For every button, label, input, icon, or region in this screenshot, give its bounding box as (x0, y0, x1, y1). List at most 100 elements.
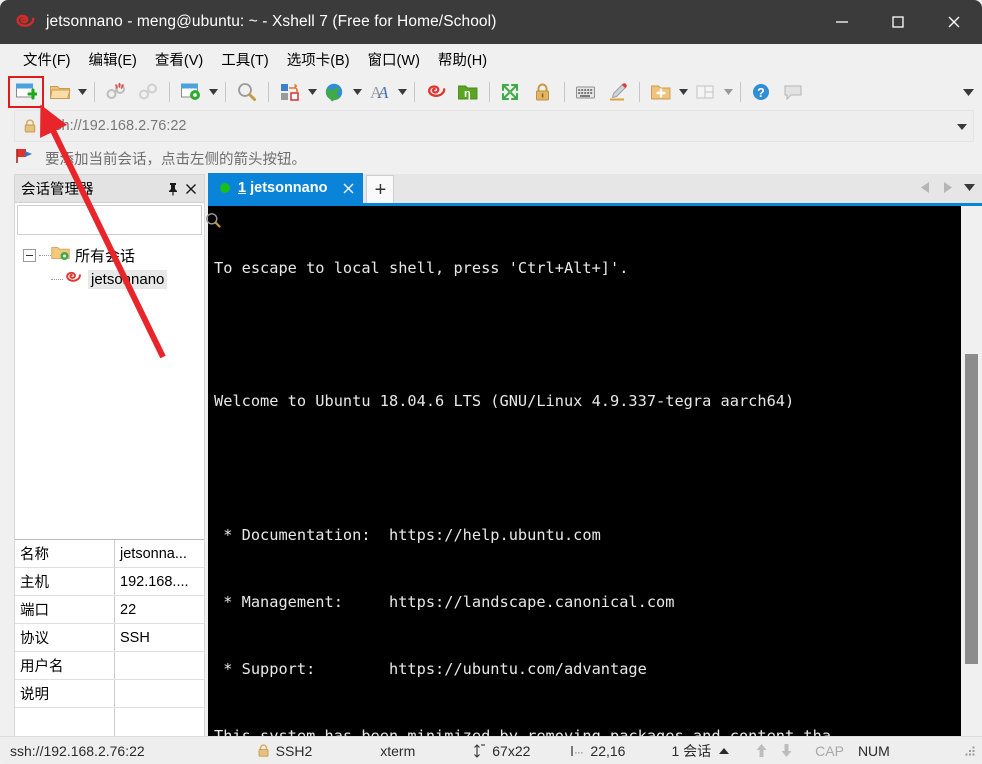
terminal-output[interactable]: To escape to local shell, press 'Ctrl+Al… (208, 206, 960, 736)
menu-file[interactable]: 文件(F) (14, 47, 80, 72)
toolbar-separator (414, 82, 415, 102)
font-button[interactable]: A A (364, 77, 396, 107)
menu-window[interactable]: 窗口(W) (359, 47, 429, 72)
tree-connector (51, 278, 63, 280)
highlight-button[interactable] (602, 77, 634, 107)
address-dropdown-button[interactable] (957, 111, 967, 143)
xshell-window: jetsonnano - meng@ubuntu: ~ - Xshell 7 (… (0, 0, 982, 764)
fullscreen-button[interactable] (495, 77, 527, 107)
terminal-view[interactable]: To escape to local shell, press 'Ctrl+Al… (208, 206, 982, 736)
terminal-line: * Documentation: https://help.ubuntu.com (214, 526, 601, 545)
session-properties-icon (181, 83, 200, 100)
tab-prev-button[interactable] (914, 174, 936, 200)
chevron-down-icon (724, 89, 733, 95)
add-folder-dropdown[interactable] (677, 77, 690, 107)
session-manager-title: 会话管理器 (21, 182, 94, 198)
new-tab-button[interactable]: + (366, 175, 395, 203)
window-title: jetsonnano - meng@ubuntu: ~ - Xshell 7 (… (46, 13, 497, 30)
add-folder-button[interactable] (645, 77, 677, 107)
pin-panel-button[interactable] (164, 178, 182, 200)
prop-value: jetsonna... (120, 545, 187, 562)
reconnect-icon (139, 83, 157, 100)
tab-next-button[interactable] (936, 174, 958, 200)
xshell-button[interactable] (420, 77, 452, 107)
scrollbar-thumb[interactable] (965, 354, 978, 664)
xshell-logo-icon (428, 85, 446, 97)
menu-help[interactable]: 帮助(H) (429, 47, 496, 72)
table-row: 名称 jetsonna... (15, 540, 204, 568)
menu-edit[interactable]: 编辑(E) (80, 47, 146, 72)
session-search-box[interactable] (17, 205, 221, 235)
xftp-button[interactable]: η (452, 77, 484, 107)
encoding-button[interactable] (319, 77, 351, 107)
keyboard-button[interactable] (570, 77, 602, 107)
session-manager-header: 会话管理器 (15, 175, 204, 203)
session-properties-button[interactable] (175, 77, 207, 107)
globe-encoding-icon (325, 83, 343, 102)
close-panel-button[interactable] (182, 178, 200, 200)
address-input[interactable]: ssh://192.168.2.76:22 (47, 118, 186, 134)
tab-close-button[interactable] (339, 179, 357, 197)
find-button[interactable] (231, 77, 263, 107)
menu-bar: 文件(F) 编辑(E) 查看(V) 工具(T) 选项卡(B) 窗口(W) 帮助(… (0, 44, 982, 74)
comment-button (778, 77, 810, 107)
close-button[interactable] (926, 0, 982, 44)
tree-expand-toggle[interactable] (23, 248, 36, 262)
encoding-dropdown[interactable] (351, 77, 364, 107)
search-icon[interactable] (205, 212, 221, 228)
arrow-down-icon (781, 744, 792, 757)
prop-key: 端口 (15, 596, 115, 623)
tab-index: 1 (238, 180, 247, 196)
terminal-scrollbar[interactable] (960, 206, 982, 736)
toolbar: A A η ? (0, 74, 982, 110)
chevron-down-icon (963, 88, 974, 96)
tab-strip: 1 jetsonnano + (208, 173, 982, 206)
new-session-button[interactable] (8, 76, 44, 108)
prop-key: 说明 (15, 680, 115, 707)
lock-icon (257, 743, 270, 758)
resize-icon (473, 743, 486, 758)
tab-jetsonnano[interactable]: 1 jetsonnano (208, 173, 364, 203)
status-bar: ssh://192.168.2.76:22 SSH2 xterm 67x22 2… (0, 736, 982, 764)
find-icon (238, 83, 256, 101)
prop-value (115, 680, 204, 707)
search-input[interactable] (18, 212, 205, 228)
svg-text:A: A (377, 83, 389, 102)
tree-node-all-sessions[interactable]: 所有会话 (15, 243, 204, 267)
open-session-button[interactable] (44, 77, 76, 107)
session-properties-dropdown[interactable] (207, 77, 220, 107)
minimize-button[interactable] (814, 0, 870, 44)
tree-node-jetsonnano[interactable]: jetsonnano (15, 267, 204, 291)
open-session-dropdown[interactable] (76, 77, 89, 107)
close-icon (343, 183, 354, 193)
minimize-icon (836, 21, 848, 23)
layout-dropdown[interactable] (722, 77, 735, 107)
status-cursor-label: 22,16 (590, 742, 626, 759)
address-bar[interactable]: ssh://192.168.2.76:22 (14, 110, 974, 142)
prop-key (15, 708, 115, 736)
status-url: ssh://192.168.2.76:22 (10, 742, 145, 759)
terminal-line: * Support: https://ubuntu.com/advantage (214, 659, 647, 678)
status-sessions-caret[interactable] (719, 747, 730, 754)
terminal-line: To escape to local shell, press 'Ctrl+Al… (214, 258, 629, 277)
menu-tools[interactable]: 工具(T) (212, 47, 278, 72)
status-sessions[interactable]: 1 会话 (671, 741, 711, 761)
toolbar-overflow-button[interactable] (963, 74, 974, 110)
chevron-down-icon (679, 89, 688, 95)
menu-view[interactable]: 查看(V) (146, 47, 212, 72)
font-dropdown[interactable] (396, 77, 409, 107)
lock-button[interactable] (527, 77, 559, 107)
layout-button (690, 77, 722, 107)
help-button[interactable]: ? (746, 77, 778, 107)
maximize-button[interactable] (870, 0, 926, 44)
folder-sessions-icon (51, 245, 70, 265)
prop-key: 用户名 (15, 652, 115, 679)
file-transfer-dropdown[interactable] (306, 77, 319, 107)
resize-grip-icon[interactable] (964, 745, 976, 757)
title-bar: jetsonnano - meng@ubuntu: ~ - Xshell 7 (… (0, 0, 982, 44)
add-bookmark-flag-icon (16, 148, 36, 169)
file-transfer-button[interactable] (274, 77, 306, 107)
menu-tab[interactable]: 选项卡(B) (278, 47, 359, 72)
tab-list-button[interactable] (958, 174, 980, 200)
